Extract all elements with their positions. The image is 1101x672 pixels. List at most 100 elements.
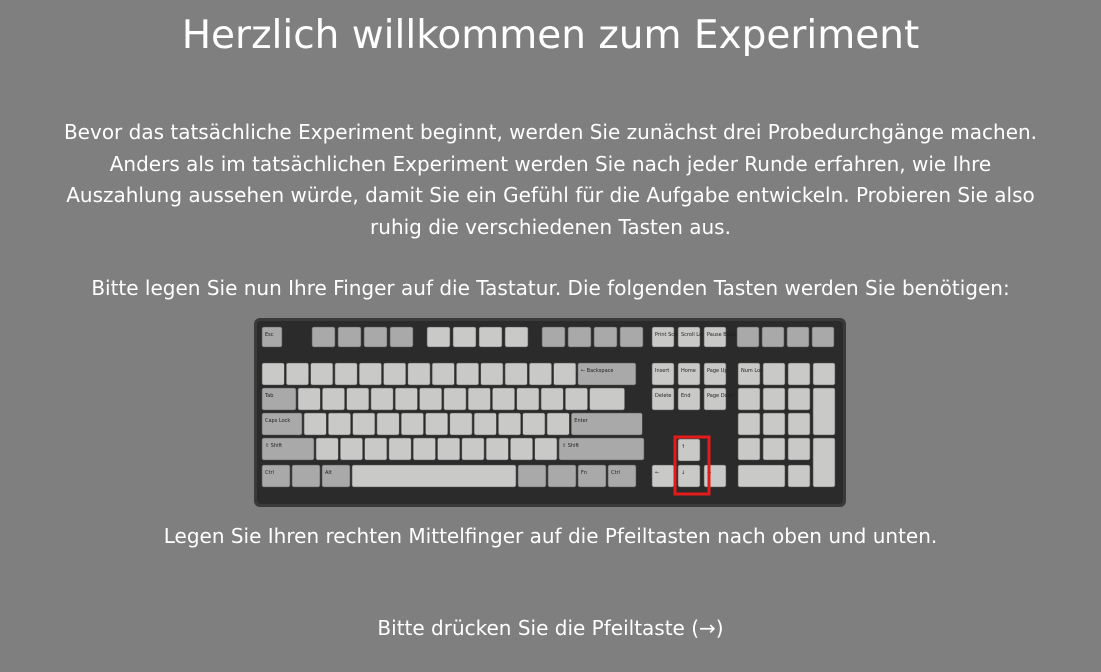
finger-hint: Legen Sie Ihren rechten Mittelfinger auf… [163,524,938,548]
intro-line: Bevor das tatsächliche Experiment beginn… [63,120,1038,144]
key-num [762,437,786,461]
key-num [787,362,811,386]
key-letter [546,412,570,436]
key-arrow-left [651,464,675,488]
key-num-plus [812,387,836,436]
key-win [291,464,321,488]
key-altgr [517,464,547,488]
key-media [786,326,810,348]
key-number [456,362,479,386]
key-pause-label: Pause Break [707,332,738,338]
key-num [762,412,786,436]
key-letter [322,387,345,411]
key-num-enter [812,437,836,488]
key-letter [443,387,467,411]
key-num [737,387,761,411]
key-arrow-left-label: ← [655,470,659,476]
key-letter [473,412,497,436]
key-num [762,387,786,411]
key-space [351,464,517,488]
key-letter [419,387,443,411]
key-end [677,387,701,411]
key-number [358,362,382,386]
key-win [547,464,577,488]
key-fn [577,464,607,488]
key-num [737,437,761,461]
key-num [762,362,786,386]
key-page-up-label: Page Up [707,368,728,374]
key-letter [449,412,473,436]
key-letter [534,437,558,461]
key-home [677,362,701,386]
key-f [478,326,503,348]
key-page-down [703,387,727,411]
key-letter [510,437,533,461]
key-insert [651,362,675,386]
key-letter [370,387,394,411]
key-number [310,362,334,386]
key-letter [346,387,370,411]
key-f [567,326,592,348]
intro-text: Bevor das tatsächliche Experiment beginn… [40,117,1061,243]
key-letter [437,437,461,461]
key-home-label: Home [681,368,696,374]
key-letter [564,387,588,411]
key-letter [340,437,363,461]
key-num [787,412,811,436]
key-letter [522,412,546,436]
key-shift-left [261,437,315,461]
key-num [787,437,811,461]
key-letter [388,437,412,461]
key-media [811,326,835,348]
key-num [787,387,811,411]
key-letter [297,387,321,411]
key-letter [540,387,564,411]
key-letter [498,412,521,436]
key-number [261,362,285,386]
intro-line: Auszahlung aussehen würde, damit Sie ein… [66,183,1035,207]
key-f [504,326,529,348]
key-f [452,326,477,348]
key-ctrl-left [261,464,291,488]
key-num-0 [737,464,786,488]
key-ctrl-right [607,464,637,488]
key-number [285,362,309,386]
key-tab-label: Tab [264,393,273,399]
key-delete-label: Delete [655,393,671,399]
key-letter [400,412,424,436]
key-number [480,362,504,386]
key-arrow-up-label: ↑ [681,444,685,450]
key-page-up [703,362,727,386]
key-letter [376,412,400,436]
key-num [737,412,761,436]
key-number [528,362,552,386]
key-media [736,326,760,348]
key-shift-left-label: ⇧ Shift [265,443,282,449]
key-end-label: End [681,393,691,399]
key-backspace [577,362,637,386]
key-f [541,326,566,348]
key-number [553,362,577,386]
key-letter [485,437,509,461]
key-alt-label: Alt [325,470,332,476]
key-backslash [589,387,625,411]
key-enter [570,412,643,436]
key-number [504,362,528,386]
key-tab [261,387,297,411]
key-alt [321,464,351,488]
key-letter [364,437,388,461]
key-f [337,326,362,348]
key-page-down-label: Page Down [707,393,735,399]
key-f [593,326,618,348]
continue-prompt: Bitte drücken Sie die Pfeiltaste (→) [377,616,724,640]
key-f [426,326,451,348]
key-arrow-down [677,464,701,488]
key-number [383,362,407,386]
intro-line: Anders als im tatsächlichen Experiment w… [109,151,992,176]
key-letter [303,412,327,436]
key-backspace-label: ← Backspace [581,368,614,374]
intro-line: ruhig die verschiedenen Tasten aus. [370,214,731,239]
key-f [389,326,414,348]
key-f [363,326,388,348]
key-letter [516,387,540,411]
